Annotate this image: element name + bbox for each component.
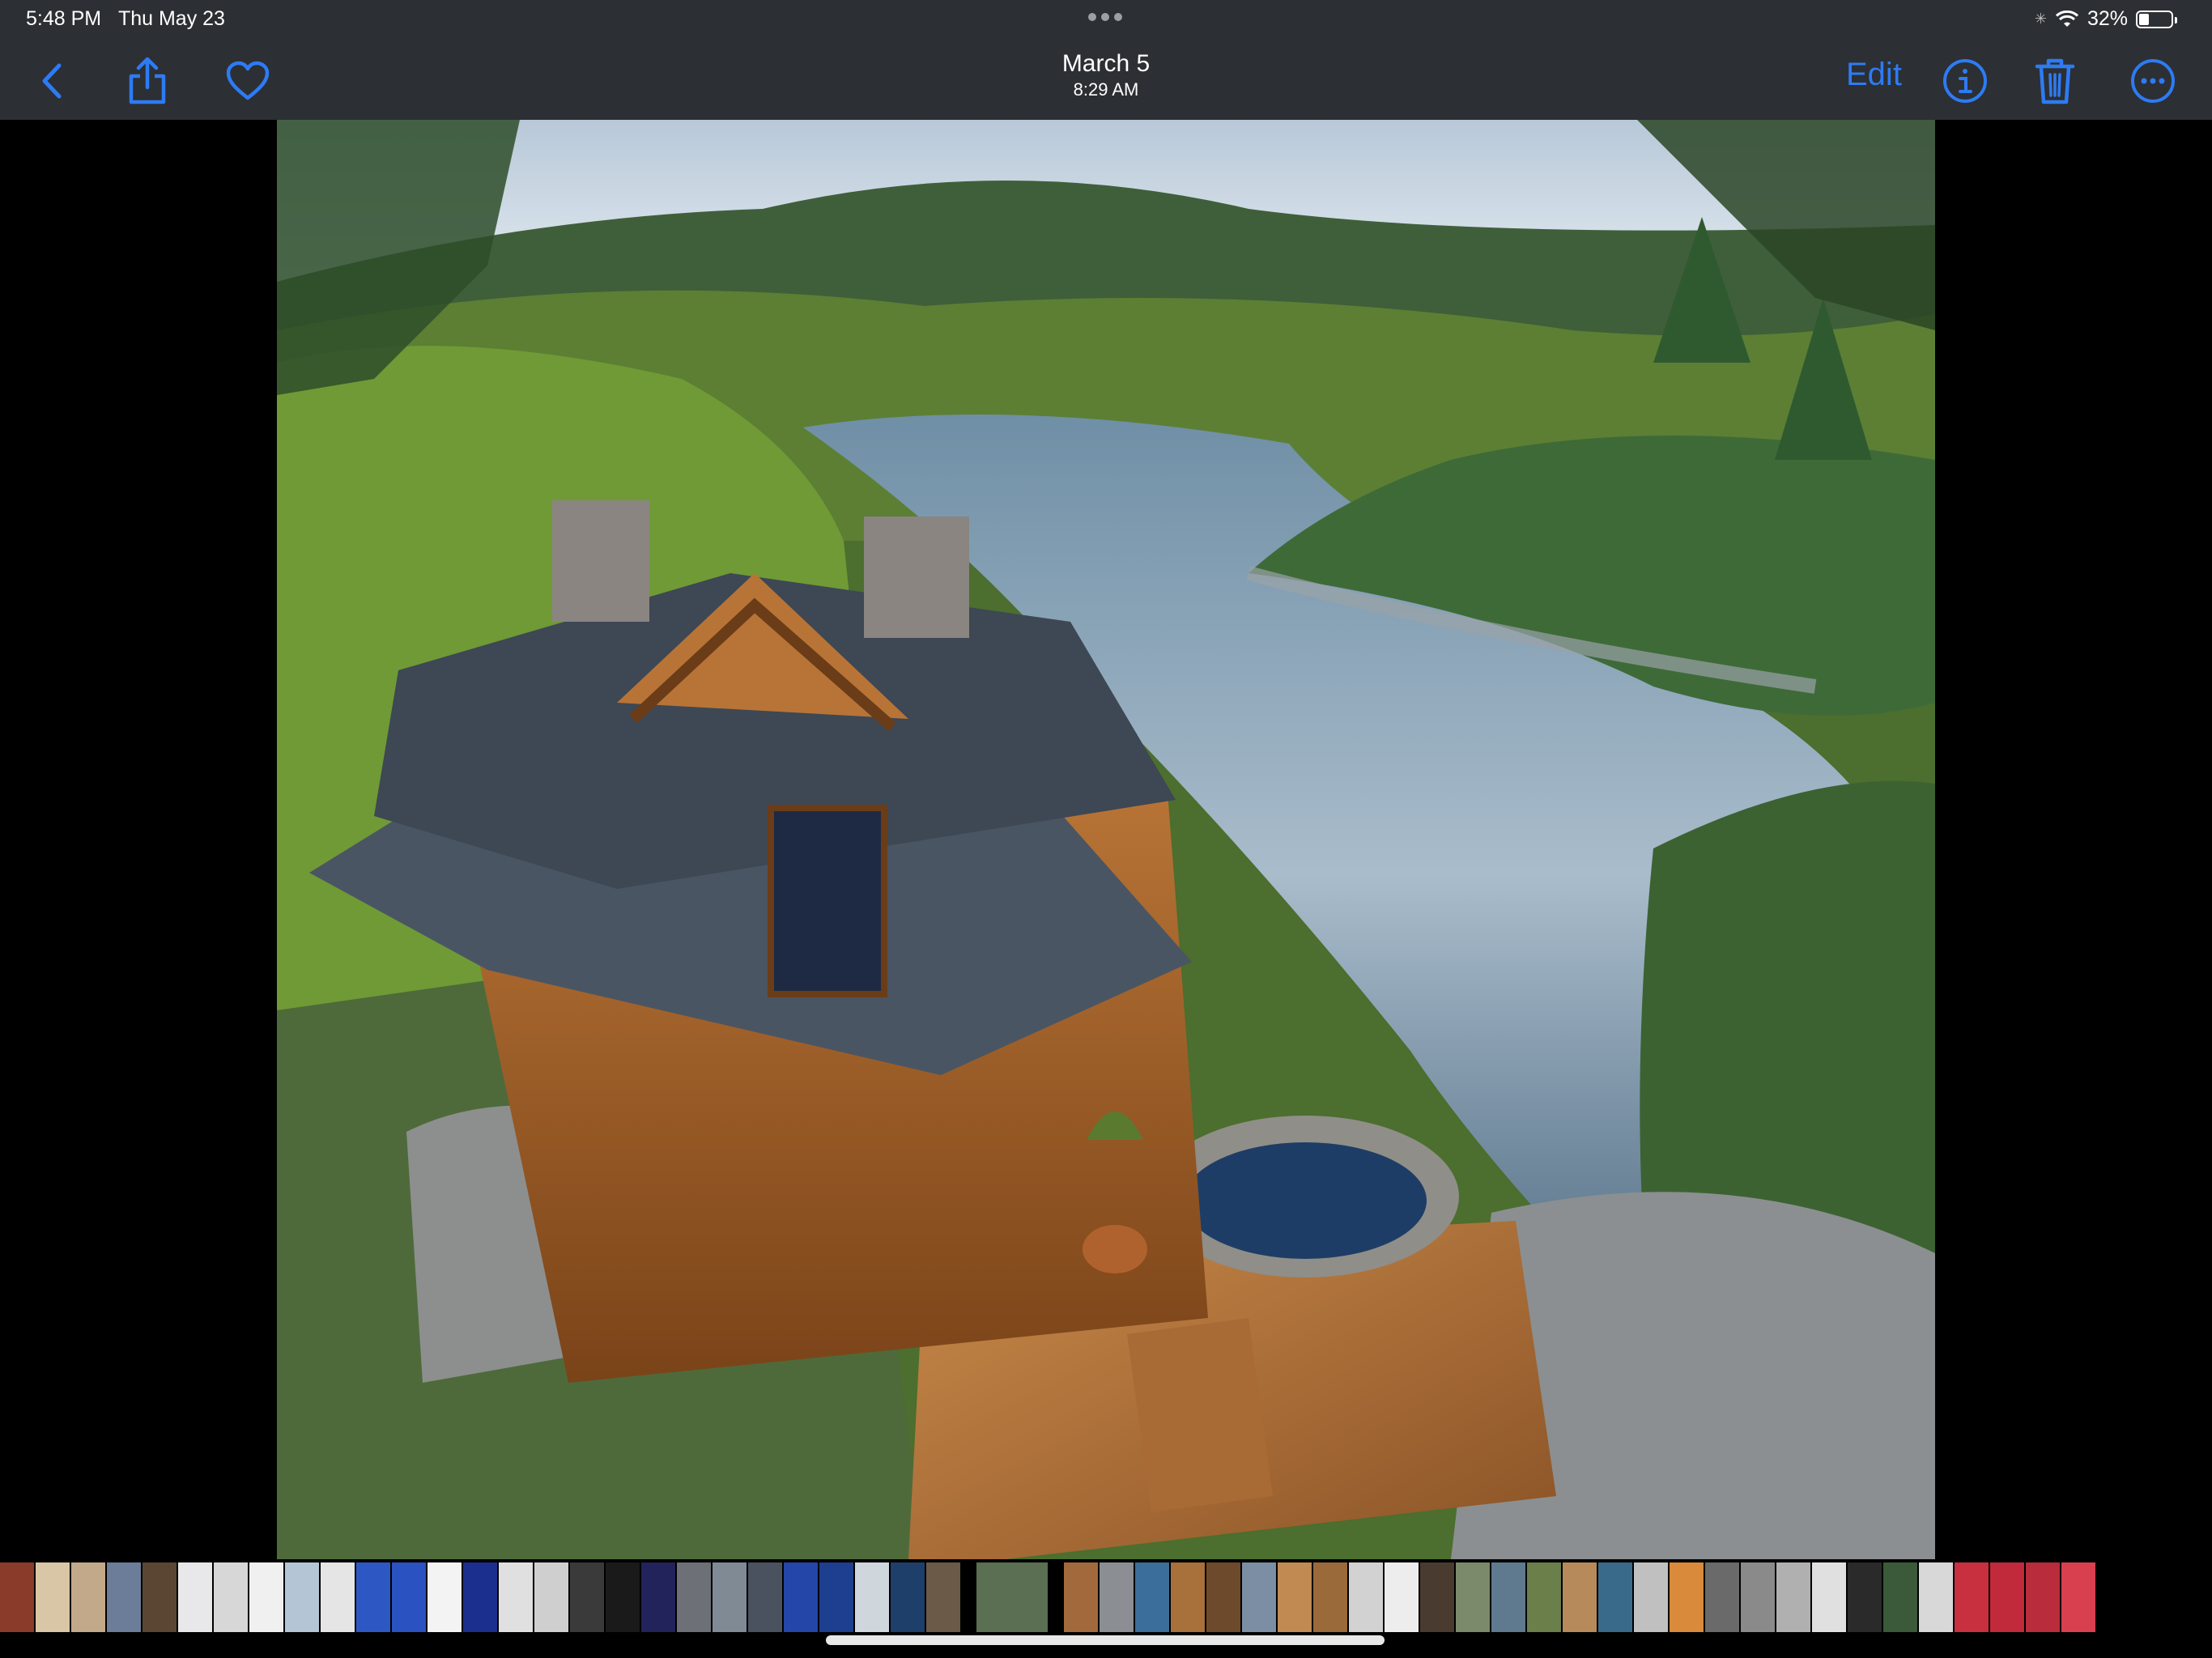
filmstrip-thumbnail[interactable] (2026, 1562, 2060, 1632)
filmstrip-thumbnail[interactable] (784, 1562, 818, 1632)
filmstrip-thumbnail[interactable] (1313, 1562, 1347, 1632)
filmstrip-thumbnail[interactable] (1171, 1562, 1205, 1632)
filmstrip-thumbnail[interactable] (606, 1562, 640, 1632)
favorite-button[interactable] (222, 55, 274, 107)
home-indicator[interactable] (826, 1635, 1385, 1645)
filmstrip-thumbnail[interactable] (249, 1562, 283, 1632)
filmstrip-thumbnail[interactable] (926, 1562, 960, 1632)
filmstrip-thumbnail[interactable] (0, 1562, 34, 1632)
filmstrip-thumbnail[interactable] (1527, 1562, 1561, 1632)
filmstrip-thumbnail[interactable] (356, 1562, 390, 1632)
filmstrip-thumbnail[interactable] (143, 1562, 177, 1632)
photo-time: 8:29 AM (1073, 79, 1139, 100)
filmstrip-thumbnail-current[interactable] (976, 1562, 1048, 1632)
back-button[interactable] (26, 55, 78, 107)
filmstrip-thumbnail[interactable] (428, 1562, 462, 1632)
filmstrip-thumbnail[interactable] (1349, 1562, 1383, 1632)
delete-button[interactable] (2029, 55, 2081, 107)
filmstrip-thumbnail[interactable] (1670, 1562, 1704, 1632)
filmstrip-thumbnail[interactable] (1883, 1562, 1917, 1632)
filmstrip-thumbnail[interactable] (713, 1562, 747, 1632)
status-time: 5:48 PM Thu May 23 (26, 7, 225, 30)
filmstrip-thumbnail[interactable] (1064, 1562, 1098, 1632)
filmstrip-thumbnail[interactable] (1491, 1562, 1525, 1632)
lake-cabin-photo (277, 120, 1935, 1559)
edit-button[interactable]: Edit (1846, 57, 1902, 93)
filmstrip-thumbnail[interactable] (1848, 1562, 1882, 1632)
filmstrip-thumbnail[interactable] (891, 1562, 925, 1632)
filmstrip-thumbnail[interactable] (855, 1562, 889, 1632)
info-button[interactable] (1939, 55, 1991, 107)
activity-icon: ✳ (2034, 11, 2047, 27)
share-icon (129, 57, 166, 104)
filmstrip-thumbnail[interactable] (1242, 1562, 1276, 1632)
filmstrip-thumbnail[interactable] (677, 1562, 711, 1632)
filmstrip-thumbnail[interactable] (1955, 1562, 1989, 1632)
multitasking-grabber[interactable] (1088, 13, 1122, 21)
filmstrip-thumbnail[interactable] (570, 1562, 604, 1632)
filmstrip-thumbnail[interactable] (36, 1562, 70, 1632)
filmstrip-thumbnail[interactable] (2061, 1562, 2095, 1632)
filmstrip-thumbnail[interactable] (1385, 1562, 1419, 1632)
filmstrip-thumbnail[interactable] (1456, 1562, 1490, 1632)
info-icon (1943, 59, 1987, 103)
status-right: ✳ 32% (2034, 7, 2177, 31)
photo-date: March 5 (1061, 50, 1151, 77)
filmstrip-thumbnail[interactable] (1278, 1562, 1312, 1632)
ellipsis-circle-icon (2131, 59, 2175, 103)
status-bar: 5:48 PM Thu May 23 ✳ 32% (0, 0, 2212, 39)
filmstrip-thumbnail[interactable] (1705, 1562, 1739, 1632)
filmstrip-thumbnail[interactable] (463, 1562, 497, 1632)
filmstrip-thumbnail[interactable] (748, 1562, 782, 1632)
filmstrip-thumbnail[interactable] (1741, 1562, 1775, 1632)
filmstrip-thumbnail[interactable] (1206, 1562, 1240, 1632)
photo-viewer[interactable] (277, 120, 1935, 1559)
filmstrip-thumbnail[interactable] (1563, 1562, 1597, 1632)
filmstrip-thumbnail[interactable] (1919, 1562, 1953, 1632)
filmstrip-thumbnail[interactable] (71, 1562, 105, 1632)
photo-filmstrip[interactable] (0, 1562, 2212, 1632)
battery-percent: 32% (2087, 7, 2128, 30)
filmstrip-thumbnail[interactable] (214, 1562, 248, 1632)
filmstrip-thumbnail[interactable] (321, 1562, 355, 1632)
wifi-icon (2055, 10, 2078, 27)
filmstrip-thumbnail[interactable] (1812, 1562, 1846, 1632)
filmstrip-thumbnail[interactable] (1598, 1562, 1632, 1632)
photo-date-title: March 5 8:29 AM (944, 50, 1268, 100)
filmstrip-thumbnail[interactable] (1634, 1562, 1668, 1632)
filmstrip-thumbnail[interactable] (1100, 1562, 1134, 1632)
share-button[interactable] (121, 55, 173, 107)
heart-icon (226, 61, 270, 100)
filmstrip-thumbnail[interactable] (1990, 1562, 2024, 1632)
filmstrip-thumbnail[interactable] (107, 1562, 141, 1632)
filmstrip-thumbnail[interactable] (641, 1562, 675, 1632)
filmstrip-thumbnail[interactable] (499, 1562, 533, 1632)
photo-toolbar: March 5 8:29 AM Edit (0, 39, 2212, 120)
filmstrip-thumbnail[interactable] (819, 1562, 853, 1632)
filmstrip-thumbnail[interactable] (1135, 1562, 1169, 1632)
filmstrip-thumbnail[interactable] (178, 1562, 212, 1632)
trash-icon (2035, 58, 2075, 104)
more-button[interactable] (2127, 55, 2179, 107)
chevron-left-icon (42, 63, 62, 99)
filmstrip-thumbnail[interactable] (392, 1562, 426, 1632)
filmstrip-thumbnail[interactable] (1776, 1562, 1810, 1632)
filmstrip-thumbnail[interactable] (285, 1562, 319, 1632)
filmstrip-thumbnail[interactable] (1420, 1562, 1454, 1632)
battery-icon (2136, 10, 2177, 28)
filmstrip-thumbnail[interactable] (534, 1562, 568, 1632)
